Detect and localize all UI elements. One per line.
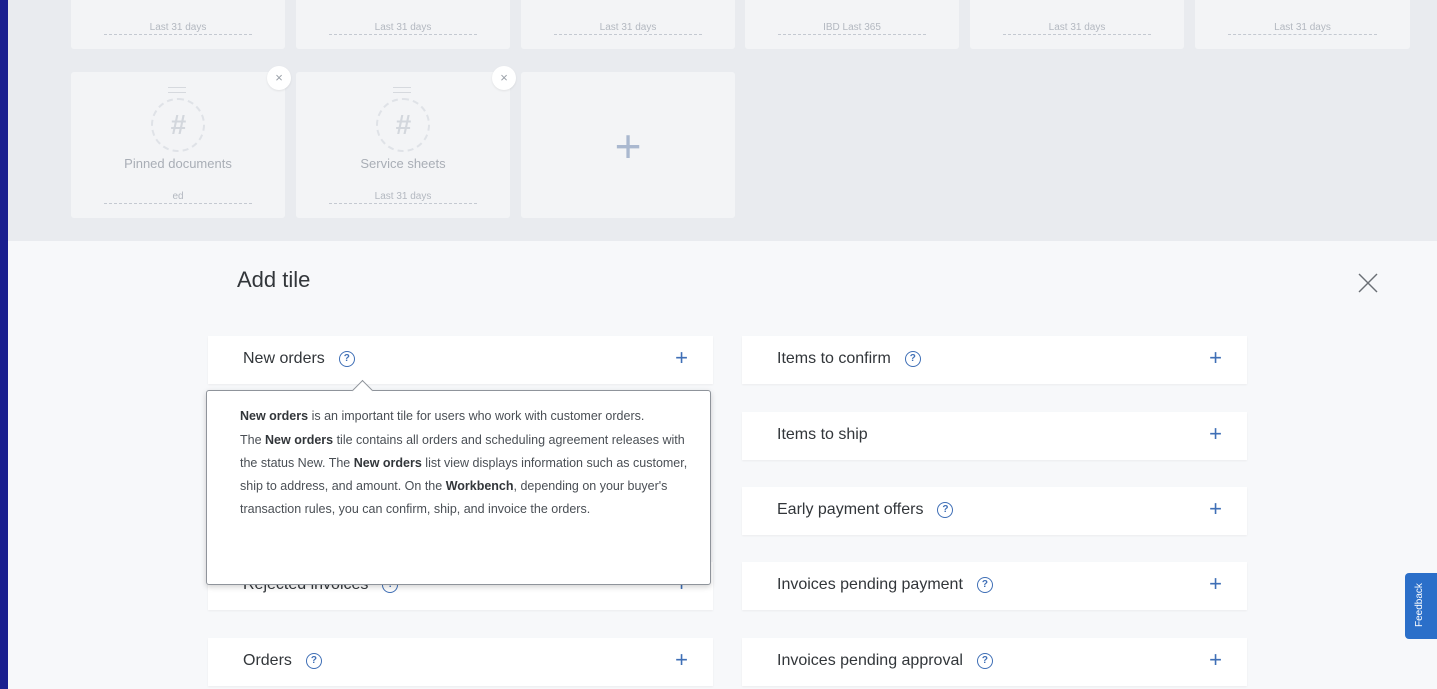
help-tooltip: New orders is an important tile for user… [206, 379, 711, 585]
tooltip-paragraph: New orders is an important tile for user… [240, 409, 645, 423]
add-icon[interactable]: + [675, 345, 688, 371]
hash-icon: # [151, 98, 205, 152]
tile-period-label: Last 31 days [329, 22, 477, 35]
tile-period-label: Last 31 days [104, 22, 252, 35]
tile-period-label: Last 31 days [1003, 22, 1151, 35]
tile-period-label: IBD Last 365 [778, 22, 926, 35]
tile-option-label: Items to ship [777, 426, 868, 443]
tile-option-new-orders[interactable]: New orders? + [208, 336, 713, 384]
help-icon[interactable]: ? [976, 653, 993, 669]
tile-option-label: Invoices pending approval [777, 652, 963, 669]
dashboard-tile[interactable]: Last 31 days [1195, 0, 1410, 49]
add-icon[interactable]: + [1209, 647, 1222, 673]
drag-handle-icon[interactable] [393, 87, 411, 93]
tile-option-label: Invoices pending payment [777, 576, 963, 593]
tile-option-early-payment-offers[interactable]: Early payment offers? + [742, 487, 1247, 535]
help-icon[interactable]: ? [904, 351, 921, 367]
dashboard-tile[interactable]: Last 31 days [296, 0, 510, 49]
add-icon[interactable]: + [1209, 345, 1222, 371]
help-icon[interactable]: ? [338, 351, 355, 367]
help-icon[interactable]: ? [937, 502, 954, 518]
dashboard-area: Last 31 days Last 31 days Last 31 days I… [8, 0, 1437, 241]
tile-name: Service sheets [360, 156, 446, 171]
dashboard-tile[interactable]: Last 31 days [970, 0, 1184, 49]
tile-option-label: Items to confirm [777, 350, 891, 367]
feedback-button[interactable]: Feedback [1405, 573, 1437, 639]
tile-option-items-to-confirm[interactable]: Items to confirm? + [742, 336, 1247, 384]
add-icon[interactable]: + [1209, 571, 1222, 597]
tile-service-sheets[interactable]: # Service sheets Last 31 days × [296, 66, 516, 218]
remove-tile-close-icon[interactable]: × [267, 66, 291, 90]
feedback-label: Feedback [1414, 583, 1425, 627]
drag-handle-icon[interactable] [168, 87, 186, 93]
add-tile-button[interactable]: + [521, 72, 735, 218]
tile-name: Pinned documents [124, 156, 232, 171]
tile-pinned-documents[interactable]: # Pinned documents ed × [71, 66, 291, 218]
dashboard-tile[interactable]: Last 31 days [521, 0, 735, 49]
tile-period-label: Last 31 days [329, 191, 477, 204]
app-frame: Last 31 days Last 31 days Last 31 days I… [8, 0, 1437, 689]
add-icon[interactable]: + [1209, 496, 1222, 522]
help-icon[interactable]: ? [976, 577, 993, 593]
hash-icon: # [376, 98, 430, 152]
tile-option-items-to-ship[interactable]: Items to ship + [742, 412, 1247, 460]
add-icon[interactable]: + [675, 647, 688, 673]
help-icon[interactable]: ? [305, 653, 322, 669]
tile-period-label: Last 31 days [1228, 22, 1377, 35]
close-icon[interactable] [1356, 271, 1380, 295]
tile-period-label: Last 31 days [554, 22, 702, 35]
dashboard-tile[interactable]: Last 31 days [71, 0, 285, 49]
tile-option-invoices-pending-approval[interactable]: Invoices pending approval? + [742, 638, 1247, 686]
dashboard-tile[interactable]: IBD Last 365 [745, 0, 959, 49]
add-icon[interactable]: + [1209, 421, 1222, 447]
remove-tile-close-icon[interactable]: × [492, 66, 516, 90]
tile-option-label: New orders [243, 350, 325, 367]
add-tile-title: Add tile [237, 267, 311, 292]
tile-option-orders[interactable]: Orders? + [208, 638, 713, 686]
tile-option-label: Early payment offers [777, 501, 924, 518]
plus-icon: + [614, 120, 642, 172]
tile-option-invoices-pending-payment[interactable]: Invoices pending payment? + [742, 562, 1247, 610]
tile-period-label: ed [104, 191, 252, 204]
tooltip-paragraph: The New orders tile contains all orders … [240, 433, 688, 516]
tile-option-label: Orders [243, 652, 292, 669]
